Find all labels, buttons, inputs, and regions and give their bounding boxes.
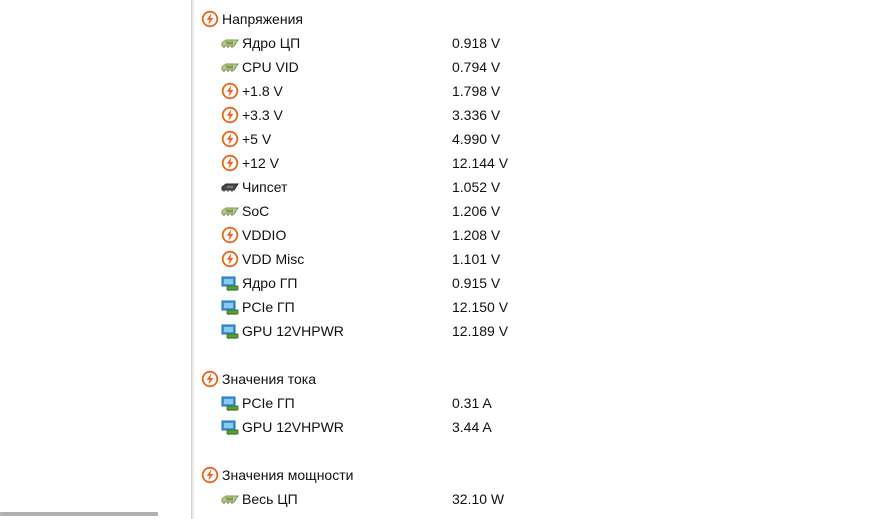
sensor-label: CPU VID — [242, 59, 299, 75]
app-window: Напряжения Ядро ЦП 0.918 V CPU VID 0.794 V +1… — [0, 0, 877, 519]
cpu-chip-icon — [221, 58, 239, 76]
sensor-value: 3.44 A — [452, 419, 492, 435]
gpu-icon — [221, 298, 239, 316]
sensor-row[interactable]: Ядро ГП 0.915 V — [194, 271, 877, 295]
sensor-label: PCIe ГП — [242, 299, 295, 315]
sensor-value: 4.990 V — [452, 131, 501, 147]
sensor-row[interactable]: VDD Misc 1.101 V — [194, 247, 877, 271]
sensor-value: 3.336 V — [452, 107, 501, 123]
sensor-value: 32.10 W — [452, 491, 505, 507]
lightning-icon — [201, 370, 219, 388]
lightning-icon — [221, 154, 239, 172]
cpu-chip-icon — [221, 34, 239, 52]
sensor-row[interactable]: GPU 12VHPWR 12.189 V — [194, 319, 877, 343]
sensor-value: 1.101 V — [452, 251, 501, 267]
gpu-icon — [221, 274, 239, 292]
sensor-row[interactable]: GPU 12VHPWR 3.44 A — [194, 415, 877, 439]
sensor-label: Весь ЦП — [242, 491, 298, 507]
horizontal-scrollbar-thumb[interactable] — [0, 512, 158, 516]
lightning-icon — [221, 82, 239, 100]
cpu-chip-icon — [221, 202, 239, 220]
sensor-label: +12 V — [242, 155, 279, 171]
sensor-value: 0.31 A — [452, 395, 492, 411]
lightning-icon — [221, 106, 239, 124]
sensor-row[interactable]: +12 V 12.144 V — [194, 151, 877, 175]
sensor-value: 0.915 V — [452, 275, 501, 291]
section-header[interactable]: Значения мощности — [194, 463, 877, 487]
section-header[interactable]: Напряжения — [194, 7, 877, 31]
section-header[interactable]: Значения тока — [194, 367, 877, 391]
sensor-label: +1.8 V — [242, 83, 283, 99]
sensor-value: 1.052 V — [452, 179, 501, 195]
sensor-value: 0.794 V — [452, 59, 501, 75]
sensor-label: SoC — [242, 203, 270, 219]
lightning-icon — [201, 466, 219, 484]
lightning-icon — [221, 250, 239, 268]
sensor-value: 0.918 V — [452, 35, 501, 51]
sensor-label: +5 V — [242, 131, 272, 147]
lightning-icon — [201, 10, 219, 28]
gpu-icon — [221, 394, 239, 412]
sensor-row[interactable]: +3.3 V 3.336 V — [194, 103, 877, 127]
sensor-value: 12.144 V — [452, 155, 509, 171]
sensor-values-list[interactable]: Напряжения Ядро ЦП 0.918 V CPU VID 0.794 V +1… — [194, 0, 877, 519]
lightning-icon — [221, 226, 239, 244]
section-title: Напряжения — [222, 11, 303, 27]
sensor-tree-pane[interactable] — [0, 0, 191, 519]
sensor-label: VDD Misc — [242, 251, 305, 267]
sensor-label: VDDIO — [242, 227, 287, 243]
sensor-value: 12.150 V — [452, 299, 509, 315]
sensor-row[interactable]: +1.8 V 1.798 V — [194, 79, 877, 103]
sensor-label: +3.3 V — [242, 107, 283, 123]
sensor-row[interactable]: Чипсет 1.052 V — [194, 175, 877, 199]
sensor-value: 1.208 V — [452, 227, 501, 243]
sensor-label: PCIe ГП — [242, 395, 295, 411]
gpu-icon — [221, 322, 239, 340]
sensor-row[interactable]: PCIe ГП 0.31 A — [194, 391, 877, 415]
sensor-label: Ядро ГП — [242, 275, 298, 291]
sensor-label: GPU 12VHPWR — [242, 419, 344, 435]
sensor-label: Чипсет — [242, 179, 288, 195]
sensor-row[interactable]: Весь ЦП 32.10 W — [194, 487, 877, 511]
sensor-label: Ядро ЦП — [242, 35, 301, 51]
section-title: Значения тока — [222, 371, 317, 387]
gpu-icon — [221, 418, 239, 436]
sensor-row[interactable]: VDDIO 1.208 V — [194, 223, 877, 247]
sensor-value: 1.798 V — [452, 83, 501, 99]
section-title: Значения мощности — [222, 467, 354, 483]
sensor-row[interactable]: CPU VID 0.794 V — [194, 55, 877, 79]
sensor-value: 1.206 V — [452, 203, 501, 219]
sensor-row[interactable]: +5 V 4.990 V — [194, 127, 877, 151]
lightning-icon — [221, 130, 239, 148]
cpu-chip-icon — [221, 490, 239, 508]
sensor-label: GPU 12VHPWR — [242, 323, 344, 339]
sensor-value: 12.189 V — [452, 323, 509, 339]
sensor-row[interactable]: Ядро ЦП 0.918 V — [194, 31, 877, 55]
sensor-row[interactable]: PCIe ГП 12.150 V — [194, 295, 877, 319]
chipset-icon — [221, 178, 239, 196]
sensor-row[interactable]: SoC 1.206 V — [194, 199, 877, 223]
